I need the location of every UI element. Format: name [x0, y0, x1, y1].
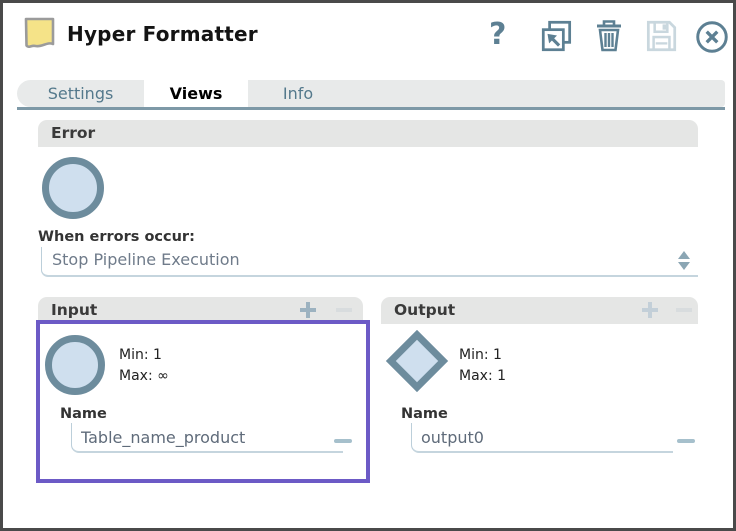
tab-bar: Settings Views Info [17, 80, 725, 107]
error-behavior-selected-value: Stop Pipeline Execution [42, 247, 698, 273]
help-icon[interactable]: ? [489, 16, 527, 54]
input-section-title: Input [51, 301, 97, 319]
remove-input-name-button[interactable] [334, 439, 352, 443]
output-section-header: Output [381, 297, 698, 324]
error-behavior-select[interactable]: Stop Pipeline Execution [41, 247, 698, 277]
remove-input-view-button[interactable] [335, 301, 353, 319]
output-min-label: Min: 1 [459, 347, 502, 363]
error-section-header: Error [38, 120, 698, 147]
chevron-down-icon [678, 262, 690, 270]
select-spinner-icon [678, 251, 690, 270]
output-max-label: Max: 1 [459, 368, 506, 384]
input-min-label: Min: 1 [119, 347, 162, 363]
tab-views[interactable]: Views [144, 80, 248, 107]
error-view-circle-icon [42, 157, 104, 219]
trash-icon[interactable] [591, 17, 629, 55]
close-icon[interactable] [693, 18, 731, 56]
sticky-note-icon [22, 15, 58, 57]
add-output-view-button[interactable] [641, 301, 659, 319]
remove-output-name-button[interactable] [677, 439, 695, 443]
when-errors-occur-label: When errors occur: [38, 229, 195, 245]
input-name-field[interactable] [71, 423, 343, 453]
chevron-up-icon [678, 251, 690, 259]
save-icon [642, 17, 680, 55]
add-input-view-button[interactable] [299, 301, 317, 319]
export-snap-icon[interactable] [538, 17, 576, 55]
remove-output-view-button[interactable] [675, 301, 693, 319]
output-name-field[interactable] [411, 423, 673, 453]
output-view-diamond-icon [386, 330, 448, 392]
input-name-label: Name [60, 406, 107, 422]
output-name-label: Name [401, 406, 448, 422]
tab-settings[interactable]: Settings [17, 80, 144, 107]
input-view-circle-icon [45, 335, 105, 395]
output-section-title: Output [394, 301, 455, 319]
input-max-label: Max: ∞ [119, 368, 169, 384]
tab-info[interactable]: Info [248, 80, 348, 107]
hyper-formatter-dialog: Hyper Formatter ? [0, 0, 736, 531]
tab-underline [17, 107, 725, 110]
dialog-title: Hyper Formatter [67, 22, 258, 46]
input-section-header: Input [38, 297, 363, 324]
